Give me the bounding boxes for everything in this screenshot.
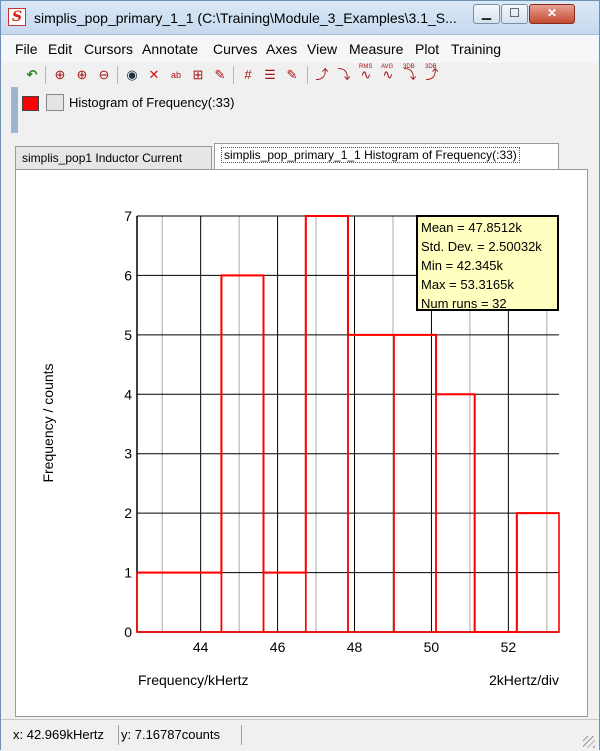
histogram-bar[interactable] xyxy=(393,334,437,633)
histogram-bar[interactable] xyxy=(136,571,223,633)
histogram-chart[interactable]: 0 1 2 3 4 5 6 7 44 46 48 50 52 Frequency/kHertz 2kH… xyxy=(1,1,600,751)
histogram-bar[interactable] xyxy=(304,215,349,633)
x-tick-labels: 44 46 48 50 52 xyxy=(193,639,516,655)
stat-max: Max = 53.3165k xyxy=(421,277,514,292)
histogram-bar[interactable] xyxy=(262,571,307,633)
stat-min: Min = 42.345k xyxy=(421,258,504,273)
x-tick-label: 44 xyxy=(193,639,209,655)
cursor-y-readout: y: 7.16787counts xyxy=(121,725,242,745)
app-window: S simplis_pop_primary_1_1 (C:\Training\M… xyxy=(0,0,600,751)
x-tick-label: 50 xyxy=(424,639,440,655)
y-tick-label: 2 xyxy=(124,505,132,521)
y-tick-label: 3 xyxy=(124,446,132,462)
cursor-x-readout: x: 42.969kHertz xyxy=(13,725,119,745)
stat-std-dev: Std. Dev. = 2.50032k xyxy=(421,239,542,254)
y-tick-labels: 0 1 2 3 4 5 6 7 xyxy=(124,208,132,640)
stat-mean: Mean = 47.8512k xyxy=(421,220,522,235)
y-tick-label: 1 xyxy=(124,565,132,581)
x-tick-label: 52 xyxy=(501,639,517,655)
resize-grip-icon[interactable] xyxy=(583,736,595,748)
x-scale-label: 2kHertz/div xyxy=(489,672,559,688)
x-tick-label: 48 xyxy=(347,639,363,655)
status-bar: x: 42.969kHertz y: 7.16787counts xyxy=(1,719,599,751)
statistics-box[interactable]: Mean = 47.8512k Std. Dev. = 2.50032k Min… xyxy=(416,215,559,311)
x-tick-label: 46 xyxy=(270,639,286,655)
y-axis-label: Frequency / counts xyxy=(40,363,56,482)
y-tick-label: 0 xyxy=(124,624,132,640)
y-tick-label: 7 xyxy=(124,208,132,224)
y-tick-label: 4 xyxy=(124,386,132,402)
y-tick-label: 6 xyxy=(124,267,132,283)
stat-num-runs: Num runs = 32 xyxy=(421,296,507,311)
x-axis-label: Frequency/kHertz xyxy=(138,672,248,688)
y-tick-label: 5 xyxy=(124,327,132,343)
